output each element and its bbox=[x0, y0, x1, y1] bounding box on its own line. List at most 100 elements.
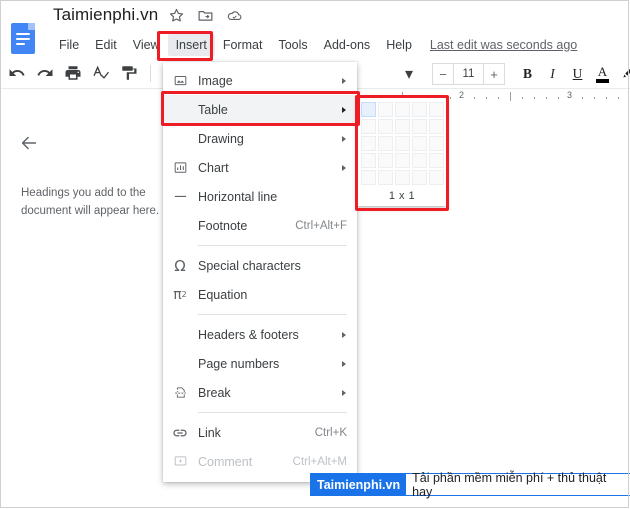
menu-insert[interactable]: Insert bbox=[167, 34, 215, 56]
menu-item-drawing[interactable]: Drawing bbox=[163, 124, 357, 153]
table-size-grid[interactable] bbox=[360, 102, 444, 185]
table-grid-cell[interactable] bbox=[360, 119, 376, 134]
menu-item-table[interactable]: Table bbox=[163, 95, 357, 124]
menu-addons[interactable]: Add-ons bbox=[316, 34, 379, 56]
toolbar-left-group bbox=[8, 64, 153, 82]
outline-empty-hint: Headings you add to the document will ap… bbox=[21, 187, 160, 217]
menu-item-link[interactable]: Link Ctrl+K bbox=[163, 418, 357, 447]
menu-item-label: Equation bbox=[198, 287, 248, 302]
chevron-down-icon[interactable]: ▾ bbox=[398, 64, 420, 85]
menu-tools[interactable]: Tools bbox=[270, 34, 315, 56]
table-grid-cell[interactable] bbox=[411, 119, 427, 134]
table-grid-cell[interactable] bbox=[394, 102, 410, 117]
table-grid-cell[interactable] bbox=[428, 170, 444, 185]
table-grid-cell[interactable] bbox=[428, 153, 444, 168]
menu-item-special-characters[interactable]: Ω Special characters bbox=[163, 251, 357, 280]
ruler-label-3: 3 bbox=[567, 90, 573, 100]
text-color-letter: A bbox=[597, 64, 608, 80]
table-grid-cell[interactable] bbox=[411, 136, 427, 151]
italic-button[interactable]: I bbox=[542, 64, 563, 85]
menu-separator bbox=[198, 245, 347, 246]
menu-item-footnote[interactable]: Footnote Ctrl+Alt+F bbox=[163, 211, 357, 240]
horizontal-line-icon bbox=[172, 189, 188, 205]
menu-item-label: Footnote bbox=[198, 218, 248, 233]
table-grid-cell[interactable] bbox=[411, 102, 427, 117]
table-grid-cell[interactable] bbox=[377, 153, 393, 168]
table-grid-cell[interactable] bbox=[360, 102, 376, 117]
cloud-saved-icon[interactable] bbox=[226, 7, 243, 24]
menu-item-page-numbers[interactable]: Page numbers bbox=[163, 349, 357, 378]
watermark-text: Tải phần mềm miễn phí + thủ thuật hay bbox=[406, 471, 630, 499]
menu-edit[interactable]: Edit bbox=[87, 34, 125, 56]
menu-item-label: Page numbers bbox=[198, 356, 280, 371]
header: Taimienphi.vn File Edit View Insert Form… bbox=[0, 0, 630, 60]
underline-button[interactable]: U bbox=[567, 64, 588, 85]
menu-file[interactable]: File bbox=[51, 34, 87, 56]
table-grid-cell[interactable] bbox=[360, 136, 376, 151]
menu-item-break[interactable]: Break bbox=[163, 378, 357, 407]
menu-item-label: Image bbox=[198, 73, 233, 88]
menu-item-comment: Comment Ctrl+Alt+M bbox=[163, 447, 357, 476]
table-grid-cell[interactable] bbox=[377, 136, 393, 151]
menu-item-equation[interactable]: π2 Equation bbox=[163, 280, 357, 309]
menu-item-image[interactable]: Image bbox=[163, 66, 357, 95]
table-grid-cell[interactable] bbox=[428, 119, 444, 134]
table-grid-cell[interactable] bbox=[360, 170, 376, 185]
text-color-swatch bbox=[596, 79, 609, 83]
submenu-arrow-icon bbox=[342, 389, 346, 396]
pi-icon: π2 bbox=[173, 286, 187, 303]
menu-item-label: Break bbox=[198, 385, 231, 400]
omega-icon: Ω bbox=[174, 256, 186, 275]
menu-item-label: Comment bbox=[198, 454, 253, 469]
document-title[interactable]: Taimienphi.vn bbox=[53, 5, 158, 25]
google-docs-window: Taimienphi.vn File Edit View Insert Form… bbox=[0, 0, 630, 509]
submenu-arrow-icon bbox=[342, 331, 346, 338]
menu-item-horizontal-line[interactable]: Horizontal line bbox=[163, 182, 357, 211]
font-size-value[interactable]: 11 bbox=[454, 63, 483, 85]
menu-item-label: Drawing bbox=[198, 131, 244, 146]
title-action-icons bbox=[168, 7, 243, 24]
table-grid-cell[interactable] bbox=[411, 170, 427, 185]
menu-item-headers-footers[interactable]: Headers & footers bbox=[163, 320, 357, 349]
bold-button[interactable]: B bbox=[517, 64, 538, 85]
table-grid-cell[interactable] bbox=[377, 102, 393, 117]
table-grid-cell[interactable] bbox=[360, 153, 376, 168]
spelling-check-icon[interactable] bbox=[92, 64, 110, 82]
ruler-label-2: 2 bbox=[459, 90, 465, 100]
table-grid-cell[interactable] bbox=[394, 136, 410, 151]
move-to-folder-icon[interactable] bbox=[197, 7, 214, 24]
undo-icon[interactable] bbox=[8, 64, 26, 82]
table-grid-cell[interactable] bbox=[428, 136, 444, 151]
table-grid-cell[interactable] bbox=[394, 119, 410, 134]
menu-item-chart[interactable]: Chart bbox=[163, 153, 357, 182]
last-edit-status[interactable]: Last edit was seconds ago bbox=[430, 38, 577, 52]
link-icon bbox=[172, 425, 188, 441]
print-icon[interactable] bbox=[64, 64, 82, 82]
table-grid-cell[interactable] bbox=[428, 102, 444, 117]
text-format-group: B I U A bbox=[517, 64, 630, 85]
star-icon[interactable] bbox=[168, 7, 185, 24]
table-grid-cell[interactable] bbox=[394, 170, 410, 185]
menu-item-label: Table bbox=[198, 102, 228, 117]
paint-format-icon[interactable] bbox=[120, 64, 138, 82]
menu-item-shortcut: Ctrl+Alt+F bbox=[295, 219, 347, 232]
menu-format[interactable]: Format bbox=[215, 34, 271, 56]
redo-icon[interactable] bbox=[36, 64, 54, 82]
text-color-button[interactable]: A bbox=[592, 64, 613, 85]
table-grid-cell[interactable] bbox=[394, 153, 410, 168]
submenu-arrow-icon bbox=[342, 164, 346, 171]
font-size-decrease-button[interactable]: − bbox=[432, 63, 454, 85]
table-grid-cell[interactable] bbox=[411, 153, 427, 168]
table-size-picker[interactable]: 1 x 1 bbox=[358, 98, 446, 206]
menu-item-label: Chart bbox=[198, 160, 229, 175]
document-outline-panel: Headings you add to the document will ap… bbox=[0, 104, 180, 509]
menu-item-label: Headers & footers bbox=[198, 327, 299, 342]
highlight-pen-icon[interactable] bbox=[617, 64, 630, 85]
menu-view[interactable]: View bbox=[125, 34, 168, 56]
font-size-increase-button[interactable]: + bbox=[483, 63, 505, 85]
table-grid-cell[interactable] bbox=[377, 170, 393, 185]
menu-help[interactable]: Help bbox=[378, 34, 420, 56]
back-arrow-icon[interactable] bbox=[18, 132, 40, 154]
table-grid-cell[interactable] bbox=[377, 119, 393, 134]
watermark-brand: Taimienphi.vn bbox=[311, 474, 407, 495]
